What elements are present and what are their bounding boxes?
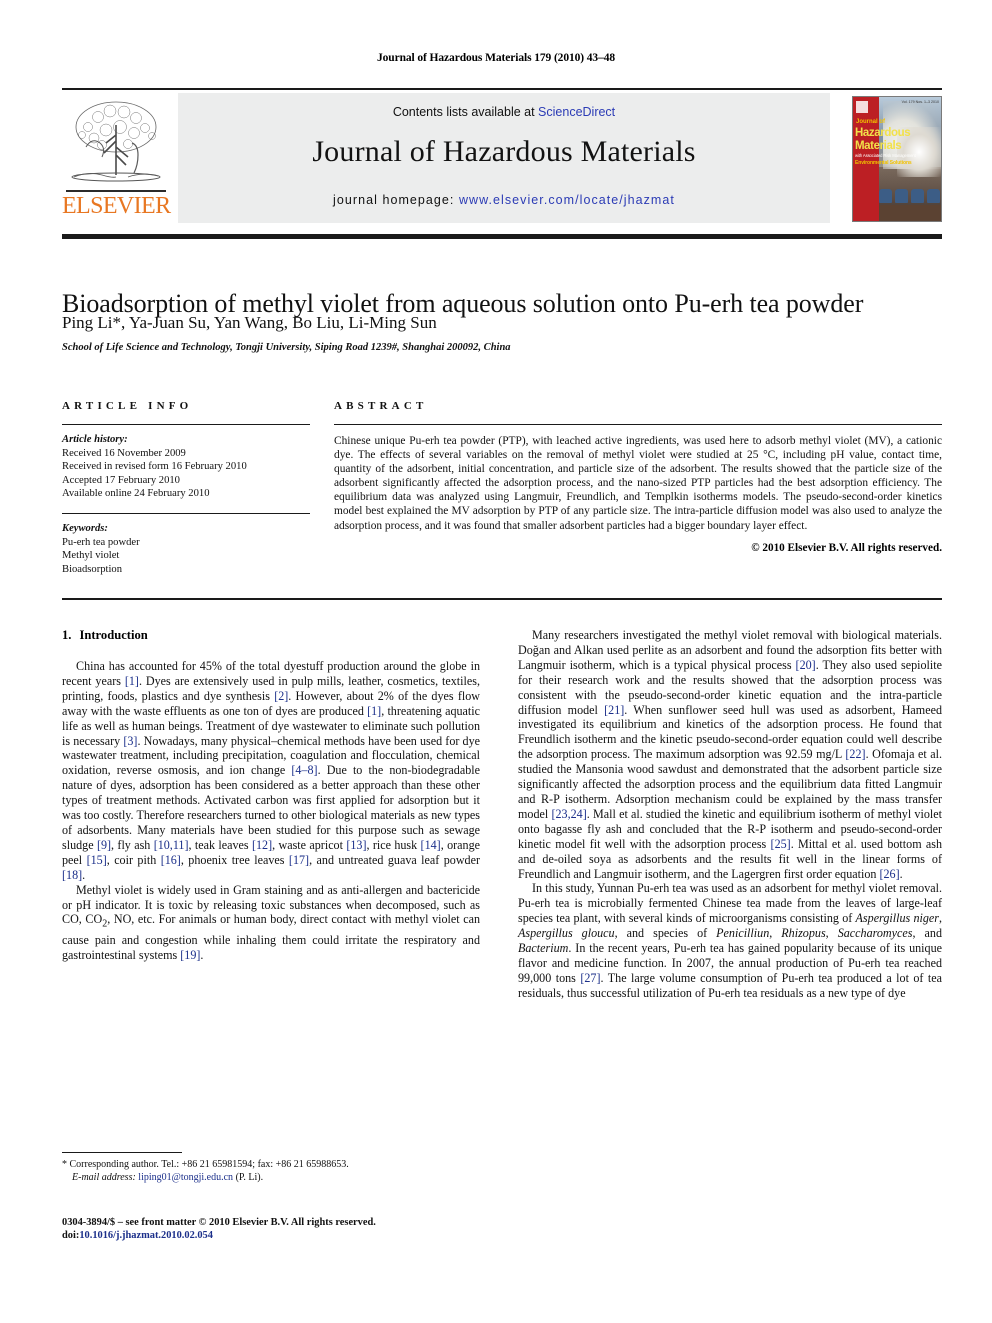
cover-issue-info: Vol. 179 Nos. 1–3 2010: [901, 100, 939, 104]
section-number: 1.: [62, 628, 72, 642]
paragraph: In this study, Yunnan Pu-erh tea was use…: [518, 881, 943, 1000]
elsevier-tree-icon: [71, 101, 161, 182]
cover-subtitle: with Associated Risk Management: [855, 153, 916, 158]
keywords-label: Keywords:: [62, 522, 108, 534]
article-history-label: Article history:: [62, 434, 128, 445]
footnote-text: * Corresponding author. Tel.: +86 21 659…: [62, 1159, 480, 1184]
doi-link[interactable]: 10.1016/j.jhazmat.2010.02.054: [79, 1230, 213, 1241]
doi-label: doi:: [62, 1230, 80, 1242]
section-heading-introduction: 1. Introduction: [62, 628, 480, 643]
article-info-rule: [62, 424, 310, 425]
masthead-bottom-rule: [62, 234, 942, 239]
cover-elsevier-mark-icon: [856, 101, 868, 113]
body-column-left: 1. Introduction China has accounted for 4…: [62, 628, 480, 963]
journal-homepage-line: journal homepage: www.elsevier.com/locat…: [178, 193, 830, 207]
journal-title: Journal of Hazardous Materials: [312, 135, 696, 168]
article-info-column: ARTICLE INFO Article history: Received 1…: [62, 400, 310, 576]
cover-subtitle-secondary: Environmental Solutions: [855, 160, 912, 166]
footnote-email-link[interactable]: liping01@tongji.edu.cn: [138, 1172, 233, 1183]
footnote-email-label: E-mail address:: [72, 1171, 136, 1183]
journal-masthead: ELSEVIER Contents lists available at Sci…: [62, 88, 942, 223]
imprint-block: 0304-3894/$ – see front matter © 2010 El…: [62, 1216, 492, 1243]
author-affiliation: School of Life Science and Technology, T…: [62, 342, 511, 353]
sciencedirect-link[interactable]: ScienceDirect: [538, 105, 615, 119]
article-history-block: Article history: Received 16 November 20…: [62, 433, 310, 501]
corresponding-author-footnote: * Corresponding author. Tel.: +86 21 659…: [62, 1152, 480, 1184]
elsevier-logo-rule: [66, 190, 166, 192]
section-title: Introduction: [79, 628, 148, 642]
footnote-corresponding: Corresponding author. Tel.: +86 21 65981…: [67, 1159, 349, 1170]
cover-title-line1: Hazardous: [855, 127, 911, 139]
paper-page: Journal of Hazardous Materials 179 (2010…: [0, 0, 992, 1323]
doi-line: doi:10.1016/j.jhazmat.2010.02.054: [62, 1229, 492, 1242]
keyword-item-2: Methyl violet: [62, 550, 120, 562]
cover-tanks: [879, 189, 941, 205]
homepage-prefix: journal homepage:: [333, 193, 459, 207]
abstract-column: ABSTRACT Chinese unique Pu-erh tea powde…: [334, 400, 942, 554]
cover-title-line2: Materials: [855, 140, 902, 152]
paragraph: Methyl violet is widely used in Gram sta…: [62, 882, 480, 962]
running-head: Journal of Hazardous Materials 179 (2010…: [376, 52, 616, 64]
footnote-email-suffix: (P. Li).: [233, 1171, 264, 1183]
elsevier-logo: ELSEVIER: [62, 95, 171, 219]
article-history-accepted: Accepted 17 February 2010: [62, 474, 180, 486]
abstract-text: Chinese unique Pu-erh tea powder (PTP), …: [334, 435, 942, 532]
article-info-label: ARTICLE INFO: [62, 400, 193, 412]
abstract-copyright: © 2010 Elsevier B.V. All rights reserved…: [751, 541, 942, 554]
homepage-link[interactable]: www.elsevier.com/locate/jhazmat: [459, 193, 675, 207]
article-history-online: Available online 24 February 2010: [62, 488, 210, 500]
elsevier-wordmark: ELSEVIER: [62, 193, 171, 219]
cover-journal-word: Journal of: [856, 119, 886, 125]
journal-cover-thumbnail: Vol. 179 Nos. 1–3 2010 Journal of Hazard…: [852, 96, 942, 222]
abstract-rule: [334, 424, 942, 425]
paragraph: China has accounted for 45% of the total…: [62, 659, 481, 882]
article-history-revised: Received in revised form 16 February 201…: [62, 461, 247, 473]
keyword-item-3: Bioadsorption: [62, 563, 123, 575]
contents-list-line: Contents lists available at ScienceDirec…: [178, 105, 830, 119]
footnote-rule: [62, 1152, 182, 1153]
author-list: Ping Li*, Ya-Juan Su, Yan Wang, Bo Liu, …: [62, 313, 437, 332]
cover-red-band: [853, 97, 879, 221]
body-column-right: Many researchers investigated the methyl…: [518, 628, 942, 1001]
article-history-received: Received 16 November 2009: [62, 447, 186, 459]
issn-line: 0304-3894/$ – see front matter © 2010 El…: [62, 1217, 376, 1228]
abstract-bottom-rule: [62, 598, 942, 600]
contents-prefix: Contents lists available at: [392, 105, 539, 119]
journal-band: Contents lists available at ScienceDirec…: [178, 93, 830, 223]
keywords-rule: [62, 512, 310, 514]
paragraph: Many researchers investigated the methyl…: [518, 628, 942, 881]
keyword-item-1: Pu-erh tea powder: [62, 536, 140, 548]
abstract-label: ABSTRACT: [334, 400, 428, 412]
keywords-block: Keywords: Pu-erh tea powder Methyl viole…: [62, 522, 310, 576]
